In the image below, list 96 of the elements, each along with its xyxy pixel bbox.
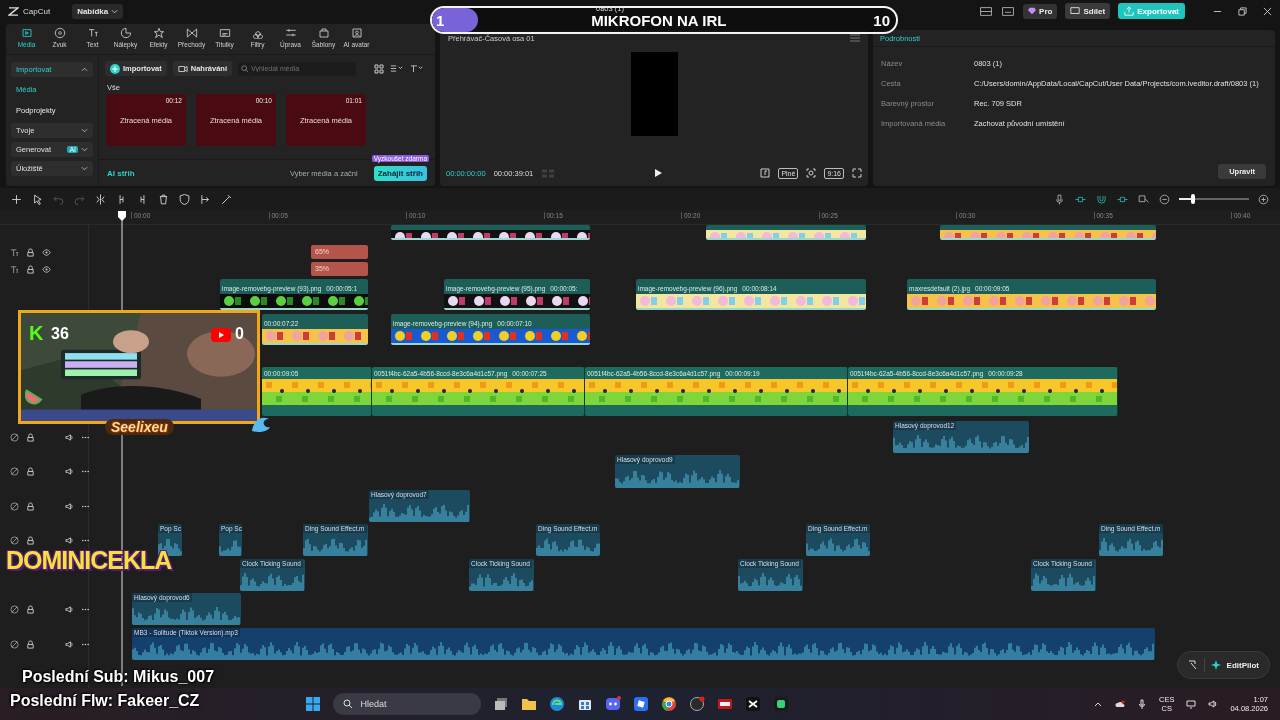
browser-icon[interactable] (548, 696, 565, 712)
video-clip[interactable] (940, 225, 1156, 240)
play-button-icon (211, 328, 231, 342)
editpilot-button[interactable]: EditPilot (1176, 651, 1270, 679)
speaker-icon[interactable] (65, 501, 74, 511)
microphone-icon[interactable] (1137, 699, 1148, 709)
sparkle-icon (1210, 660, 1221, 670)
shield-icon[interactable] (178, 192, 191, 206)
cloud-icon[interactable] (1115, 699, 1126, 709)
caret-icon (111, 8, 119, 14)
restore-icon[interactable] (1238, 6, 1247, 16)
last-follower: Poslední Flw: Fakeer_CZ (10, 692, 200, 710)
fullscreen-icon[interactable] (852, 168, 862, 178)
kick-logo: K (29, 322, 44, 345)
filter-icon[interactable] (410, 63, 425, 74)
folder-icon[interactable] (520, 696, 537, 712)
close-icon[interactable] (1263, 6, 1272, 16)
text-icon (10, 264, 19, 274)
diamond-icon (1028, 7, 1037, 15)
goal-target: 10 (873, 11, 890, 29)
lock-icon[interactable] (26, 501, 35, 511)
screen-icon (1070, 6, 1081, 16)
windows-stack-icon[interactable] (492, 696, 509, 712)
zoom-out-icon[interactable] (1158, 192, 1171, 206)
cursor-icon[interactable] (31, 192, 44, 206)
lock-icon[interactable] (26, 264, 35, 274)
ai-cut-label: AI střih (107, 168, 135, 178)
speaker-icon[interactable] (1208, 699, 1219, 709)
share-button[interactable]: Sdílet (1065, 3, 1111, 19)
app-tile-icon[interactable] (744, 696, 761, 712)
note-icon[interactable] (760, 168, 771, 178)
template-icon (317, 27, 330, 39)
lock-icon[interactable] (26, 535, 35, 545)
add-icon[interactable] (10, 192, 23, 206)
monitor-icon[interactable] (1186, 699, 1197, 709)
video-clip[interactable] (706, 225, 866, 240)
search-icon (241, 64, 250, 73)
speaker-icon[interactable] (65, 535, 74, 545)
search-field[interactable]: Hledat (332, 693, 481, 715)
text-icon (10, 247, 19, 257)
microphone-icon[interactable] (1053, 192, 1066, 206)
split-icon[interactable] (94, 192, 107, 206)
text-icon (86, 27, 99, 39)
slider-thumb[interactable] (1191, 194, 1195, 204)
lock-icon[interactable] (26, 467, 35, 476)
camera-icon (177, 63, 188, 74)
star-icon (152, 27, 165, 39)
lock-icon[interactable] (26, 639, 35, 649)
layout-icon[interactable] (979, 5, 994, 17)
speaker-icon[interactable] (65, 432, 74, 442)
plus-circle-icon (110, 63, 120, 74)
last-subscriber: Poslední Sub: Mikus_007 (22, 668, 215, 686)
menu-icon[interactable] (850, 33, 860, 43)
upload-icon (1124, 6, 1135, 16)
speaker-icon[interactable] (65, 639, 74, 649)
lock-icon[interactable] (26, 432, 35, 442)
lock-icon[interactable] (26, 604, 35, 614)
eye-icon[interactable] (42, 264, 51, 274)
bowtie-icon (185, 27, 198, 39)
avatar-icon (350, 27, 363, 39)
pro-button[interactable]: Pro (1023, 3, 1058, 19)
menu-button[interactable]: Nabídka (72, 3, 124, 19)
circle-app-icon[interactable] (688, 696, 705, 712)
browser-icon[interactable] (660, 696, 677, 712)
video-clip[interactable] (391, 225, 590, 240)
zoom-in-icon[interactable] (1257, 192, 1270, 206)
pie-icon (119, 27, 132, 39)
grid-icon[interactable] (374, 63, 385, 74)
lock-icon[interactable] (26, 247, 35, 257)
start-cut-button[interactable]: Zahájit střih (373, 165, 427, 181)
cursor-icon (1187, 660, 1198, 670)
wand-icon[interactable] (220, 192, 233, 206)
play-icon[interactable] (652, 168, 663, 178)
sort-icon[interactable] (390, 63, 405, 74)
watermelon-icon (25, 387, 43, 405)
follower-count: 36 (51, 325, 69, 343)
subscriber-count: 0 (235, 325, 244, 343)
logo-icon (8, 6, 19, 16)
chat-app-icon[interactable] (604, 696, 621, 712)
app-tile-icon[interactable] (772, 696, 789, 712)
eye-icon[interactable] (42, 247, 51, 257)
speaker-icon[interactable] (65, 467, 74, 476)
square-app-icon[interactable] (632, 696, 649, 712)
goal-current: 1 (436, 11, 445, 29)
windows-logo-icon[interactable] (304, 696, 321, 712)
focus-icon[interactable] (806, 168, 817, 178)
speaker-icon[interactable] (65, 604, 74, 614)
search-icon (342, 699, 353, 709)
caption-icon (218, 27, 231, 39)
delete-icon[interactable] (157, 192, 170, 206)
app-tile-icon[interactable] (716, 696, 733, 712)
caption-icon[interactable] (1001, 5, 1016, 17)
app-logo: CapCut (23, 6, 51, 16)
sliders-icon (284, 27, 297, 39)
streamer-name: Seelixeu (105, 419, 174, 435)
insert-icon[interactable] (199, 192, 212, 206)
